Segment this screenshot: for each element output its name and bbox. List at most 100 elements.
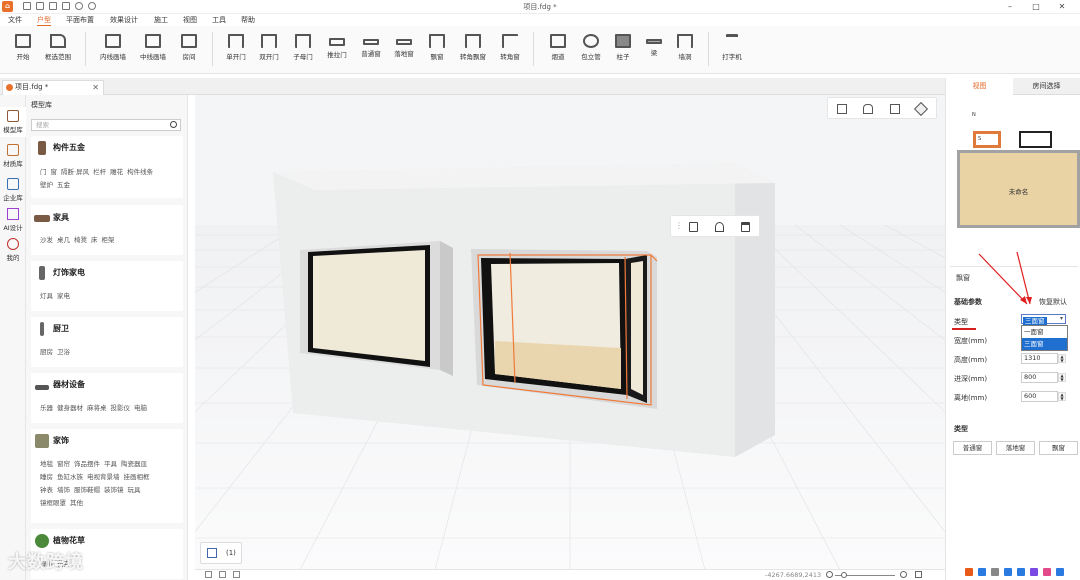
tag-kitchen[interactable]: 厨房 [40, 348, 53, 356]
tag-molding[interactable]: 构件线条 [127, 168, 153, 176]
rail-my[interactable]: 我的 [0, 235, 26, 265]
tag-eye-mask[interactable]: 镜框眼罩 [40, 499, 66, 507]
tag-hardware[interactable]: 五金 [57, 181, 70, 189]
menu-floorplan[interactable]: 户型 [37, 15, 51, 26]
menu-tools[interactable]: 工具 [212, 15, 226, 26]
tool-single-door[interactable]: 单开门 [221, 30, 251, 70]
tag-ornament[interactable]: 饰品摆件 [74, 460, 100, 468]
plan-minimap[interactable]: N S 未命名 [950, 98, 1080, 250]
tag-partition[interactable]: 隔断·屏风 [61, 168, 89, 176]
delete-icon[interactable] [741, 222, 750, 232]
minimize-button[interactable]: – [1000, 1, 1020, 13]
drag-handle-icon[interactable]: ⋮ [675, 221, 683, 230]
tag-chair[interactable]: 椅凳 [74, 236, 87, 244]
tag-window[interactable]: 窗 [51, 168, 58, 176]
emoji-icon[interactable] [1017, 568, 1025, 576]
toolbox-icon[interactable] [1043, 568, 1051, 576]
minimap-bay-window[interactable]: S [973, 131, 1001, 148]
window-type-select[interactable]: 三面窗 ▾ [1021, 314, 1066, 325]
tag-ceramics[interactable]: 陶瓷器皿 [121, 460, 147, 468]
copy-icon[interactable] [689, 222, 698, 232]
sill-height-input[interactable]: 600 ▲ ▼ [1021, 391, 1066, 402]
tag-aquarium[interactable]: 鱼缸水族 [57, 473, 83, 481]
grid-toggle-icon[interactable] [205, 571, 212, 578]
3d-scene[interactable] [195, 95, 945, 570]
tag-tv-wall[interactable]: 电视背景墙 [87, 473, 120, 481]
zoom-in-icon[interactable] [900, 571, 907, 578]
tag-computer[interactable]: 电脑 [134, 404, 147, 412]
ceiling-view-icon[interactable] [890, 104, 900, 114]
stepper-icon[interactable]: ▲ ▼ [1058, 373, 1066, 382]
keyboard-icon[interactable] [978, 568, 986, 576]
minimap-room[interactable]: 未命名 [957, 150, 1080, 228]
tag-bathroom[interactable]: 卫浴 [57, 348, 70, 356]
category-lighting[interactable]: 灯饰家电 灯具 家电 [31, 261, 183, 311]
tag-appliance[interactable]: 家电 [57, 292, 70, 300]
tag-mahjong[interactable]: 麻将桌 [87, 404, 107, 412]
tag-frame[interactable]: 挂画相框 [124, 473, 150, 481]
tag-fitness[interactable]: 健身器材 [57, 404, 83, 412]
tag-sleeping[interactable]: 睡房 [40, 473, 53, 481]
menu-construction[interactable]: 施工 [154, 15, 168, 26]
document-tab[interactable]: 项目.fdg * ✕ [2, 80, 104, 95]
tag-table[interactable]: 桌几 [57, 236, 70, 244]
menu-file[interactable]: 文件 [8, 15, 22, 26]
tool-window[interactable]: 普通窗 [356, 30, 386, 70]
menu-layout[interactable]: 平面布置 [66, 15, 94, 26]
menu-help[interactable]: 帮助 [241, 15, 255, 26]
tool-wall-hole[interactable]: 墙洞 [670, 30, 700, 70]
floor-window-button[interactable]: 落地窗 [996, 441, 1035, 455]
height-input[interactable]: 1310 ▲ ▼ [1021, 353, 1066, 364]
stepper-icon[interactable]: ▲ ▼ [1058, 392, 1066, 401]
favorite-icon[interactable] [715, 222, 724, 232]
tab-room-select[interactable]: 房间选择 [1013, 78, 1080, 95]
type-option-one-face[interactable]: 一面窗 [1022, 326, 1067, 338]
tab-view[interactable]: 视图 [946, 78, 1013, 95]
tag-clock[interactable]: 钟表 [40, 486, 53, 494]
menu-effect-design[interactable]: 效果设计 [110, 15, 138, 26]
tool-pipe[interactable]: 包立管 [576, 30, 606, 70]
tool-corner-bay-window[interactable]: 转角飘窗 [458, 30, 488, 70]
layer-toggle-icon[interactable] [233, 571, 240, 578]
plain-window-button[interactable]: 普通窗 [953, 441, 992, 455]
tool-mother-door[interactable]: 子母门 [288, 30, 318, 70]
tag-projector[interactable]: 投影仪 [111, 404, 131, 412]
tool-room[interactable]: 房间 [174, 30, 204, 70]
elevation-view-icon[interactable] [863, 104, 873, 114]
maximize-button[interactable]: □ [1026, 1, 1046, 13]
skin-icon[interactable] [1030, 568, 1038, 576]
tool-flue[interactable]: 烟道 [543, 30, 573, 70]
tag-other[interactable]: 其他 [70, 499, 83, 507]
stepper-icon[interactable]: ▲ ▼ [1058, 354, 1066, 363]
tag-lamp[interactable]: 灯具 [40, 292, 53, 300]
plan-view-icon[interactable] [837, 104, 847, 114]
tool-beam[interactable]: 梁 [639, 30, 669, 70]
category-decor[interactable]: 家饰 地毯 窗帘 饰品摆件 平具 陶瓷器皿 睡房 鱼缸水族 电视背景墙 挂画相框 钟表 墙饰 服饰… [31, 429, 183, 523]
category-kitchen-bath[interactable]: 厨卫 厨房 卫浴 [31, 317, 183, 367]
depth-input[interactable]: 800 ▲ ▼ [1021, 372, 1066, 383]
zoom-slider-handle[interactable] [841, 572, 847, 578]
floor-selector[interactable]: (1) [200, 542, 242, 564]
zoom-out-icon[interactable] [826, 571, 833, 578]
tag-pingju[interactable]: 平具 [104, 460, 117, 468]
rail-enterprise-library[interactable]: 企业库 [0, 175, 26, 205]
rail-material-library[interactable]: 材质库 [0, 141, 26, 171]
chevron-down-icon[interactable]: ▾ [1060, 315, 1063, 322]
snap-toggle-icon[interactable] [219, 571, 226, 578]
tag-bed[interactable]: 床 [91, 236, 98, 244]
close-button[interactable]: ✕ [1052, 1, 1072, 13]
tool-inner-wall[interactable]: 内线画墙 [98, 30, 128, 70]
rail-ai-design[interactable]: AI设计 [0, 205, 26, 235]
tool-floor-window[interactable]: 落地窗 [389, 30, 419, 70]
tool-pillar[interactable]: 柱子 [608, 30, 638, 70]
tag-wall-decor[interactable]: 墙饰 [57, 486, 70, 494]
tool-sliding-door[interactable]: 推拉门 [322, 30, 352, 70]
tag-railing[interactable]: 栏杆 [93, 168, 106, 176]
tag-mirror[interactable]: 装饰镜 [104, 486, 124, 494]
tool-text[interactable]: 打字机 [717, 30, 747, 70]
type-option-three-face[interactable]: 三面窗 [1022, 338, 1067, 350]
tag-sofa[interactable]: 沙发 [40, 236, 53, 244]
library-search-input[interactable]: 搜索 [31, 119, 181, 131]
tag-rug[interactable]: 地毯 [40, 460, 53, 468]
tool-box-select[interactable]: 框选范围 [43, 30, 73, 70]
